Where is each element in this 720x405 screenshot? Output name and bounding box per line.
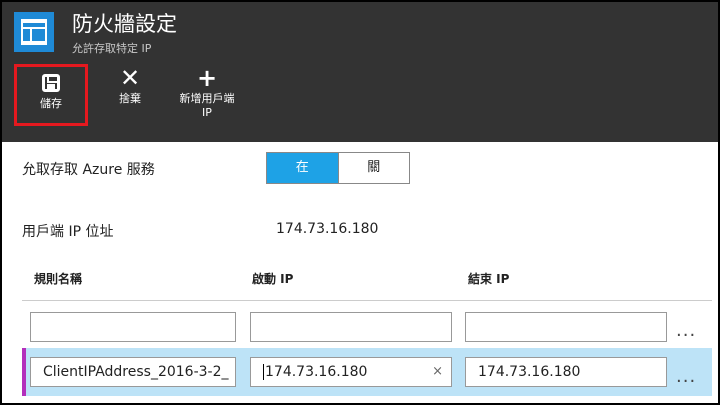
toggle-off-option[interactable]: 關 xyxy=(337,153,409,183)
discard-button[interactable]: ✕ 捨棄 xyxy=(108,64,152,106)
table-divider xyxy=(22,300,712,301)
start-ip-input[interactable]: 174.73.16.180 × xyxy=(250,357,452,387)
firewall-blade-icon xyxy=(14,12,54,52)
rule-name-input[interactable]: ClientIPAddress_2016-3-2_ xyxy=(30,357,236,387)
column-header-rule-name: 規則名稱 xyxy=(34,272,83,286)
floppy-disk-icon xyxy=(17,69,85,97)
page-subtitle: 允許存取特定 IP xyxy=(72,42,152,55)
start-ip-value: 174.73.16.180 xyxy=(265,364,368,380)
add-label-line1: 新增用戶端 xyxy=(179,92,235,105)
x-icon: ✕ xyxy=(119,64,141,92)
firewall-settings-blade: 防火牆設定 允許存取特定 IP 儲存 ✕ 捨棄 + 新增用戶端 IP 允取存取 … xyxy=(0,0,720,405)
save-label: 儲存 xyxy=(40,97,62,110)
save-button[interactable]: 儲存 xyxy=(14,64,88,126)
azure-access-label: 允取存取 Azure 服務 xyxy=(22,162,155,178)
plus-icon: + xyxy=(196,64,218,92)
toggle-on-option[interactable]: 在 xyxy=(267,153,338,183)
page-title: 防火牆設定 xyxy=(72,12,177,36)
column-header-end-ip: 結束 IP xyxy=(468,272,510,286)
start-ip-input[interactable] xyxy=(250,312,452,342)
add-client-ip-button[interactable]: + 新增用戶端 IP xyxy=(170,64,244,120)
client-ip-value: 174.73.16.180 xyxy=(276,221,379,237)
more-options-icon[interactable]: ... xyxy=(676,366,696,387)
clear-icon[interactable]: × xyxy=(432,358,443,386)
blade-header: 防火牆設定 允許存取特定 IP 儲存 ✕ 捨棄 + 新增用戶端 IP xyxy=(2,2,718,142)
discard-label: 捨棄 xyxy=(119,92,141,105)
add-label-line2: IP xyxy=(202,106,212,119)
more-options-icon[interactable]: ... xyxy=(676,320,696,341)
selected-row-marker xyxy=(22,348,26,396)
azure-access-toggle[interactable]: 在 關 xyxy=(266,152,410,184)
end-ip-input[interactable] xyxy=(465,312,667,342)
rule-name-input[interactable] xyxy=(30,312,236,342)
text-cursor xyxy=(263,364,264,380)
end-ip-input[interactable]: 174.73.16.180 xyxy=(465,357,667,387)
client-ip-label: 用戶端 IP 位址 xyxy=(22,224,114,240)
column-header-start-ip: 啟動 IP xyxy=(252,272,294,286)
